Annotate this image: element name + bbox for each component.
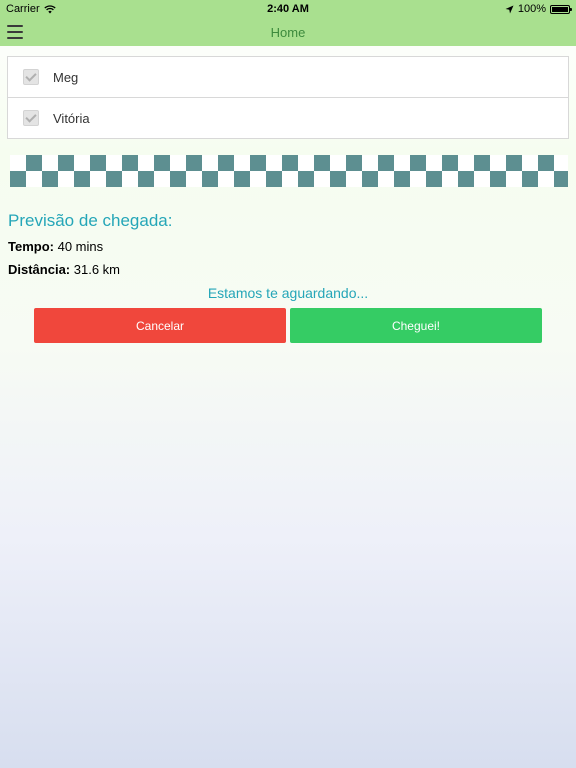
location-arrow-icon	[505, 5, 514, 13]
passenger-item-meg[interactable]: Meg	[7, 56, 569, 98]
arrival-forecast-title: Previsão de chegada:	[8, 211, 173, 230]
passenger-item-vitoria[interactable]: Vitória	[7, 97, 569, 139]
cancel-button[interactable]: Cancelar	[34, 308, 286, 343]
status-time: 2:40 AM	[267, 3, 309, 15]
checkmark-icon[interactable]	[23, 69, 39, 85]
passenger-name: Meg	[53, 69, 79, 85]
time-value: 40 mins	[57, 239, 104, 254]
passenger-name: Vitória	[53, 110, 90, 126]
checkmark-icon[interactable]	[23, 110, 39, 126]
time-label: Tempo:	[8, 239, 54, 254]
arrival-time-line: Tempo: 40 mins	[8, 239, 103, 254]
waiting-message: Estamos te aguardando...	[207, 285, 369, 301]
page-title: Home	[270, 25, 306, 40]
battery-percent: 100%	[517, 3, 546, 15]
status-right: 100%	[505, 3, 572, 15]
battery-icon	[550, 4, 572, 14]
arrival-distance-line: Distância: 31.6 km	[8, 262, 120, 277]
passenger-list: Meg Vitória	[7, 56, 569, 139]
distance-label: Distância:	[8, 262, 71, 277]
status-bar: Carrier 2:40 AM 100%	[0, 0, 576, 20]
checkered-flag-banner	[10, 155, 568, 187]
navigation-bar: Home	[0, 20, 576, 46]
distance-value: 31.6 km	[73, 262, 121, 277]
arrived-button[interactable]: Cheguei!	[290, 308, 542, 343]
